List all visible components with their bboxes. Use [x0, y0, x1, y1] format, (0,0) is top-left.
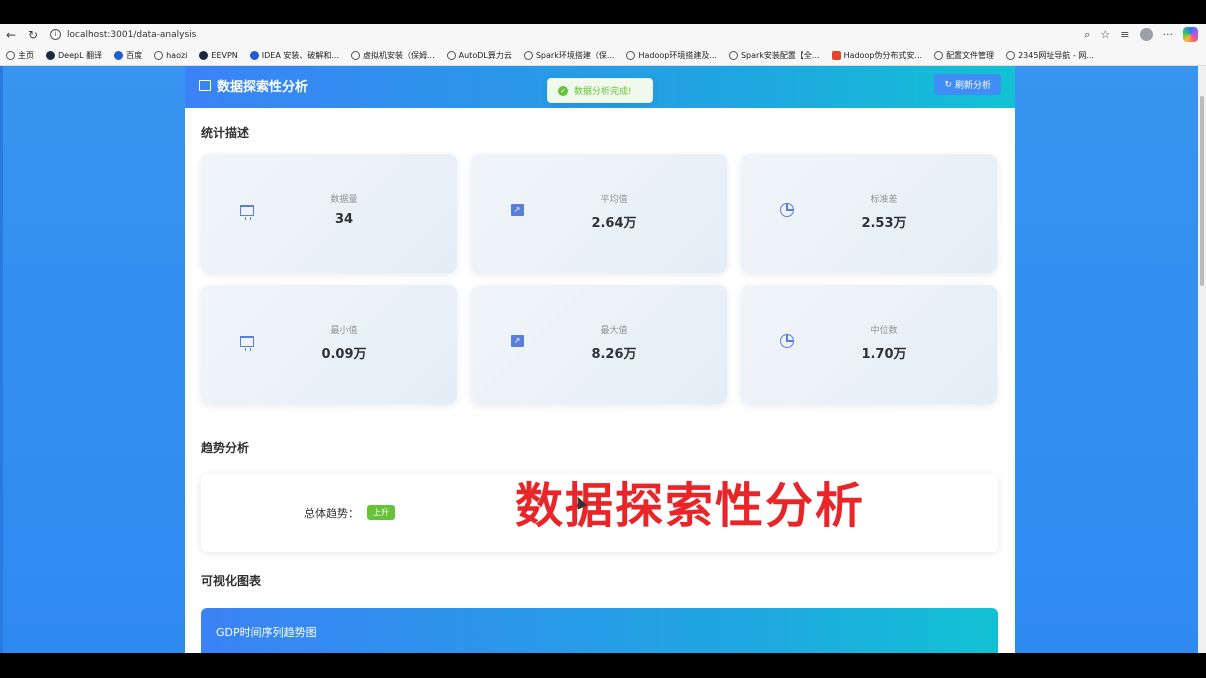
stat-value: 2.64万: [591, 216, 637, 231]
bookmarks-bar: 主页 DeepL 翻译 百度 haozi EEVPN IDEA 安装、破解和..…: [0, 45, 1206, 66]
bookmark-favicon: [351, 50, 360, 60]
monitor-icon: [199, 80, 211, 91]
reload-icon[interactable]: ↻: [22, 24, 44, 45]
bookmark-item[interactable]: Hadoop环境搭建及...: [626, 50, 717, 61]
bookmark-label: 配置文件管理: [946, 50, 995, 60]
analysis-panel: 数据探索性分析 ↻ 刷新分析 统计描述 数据量 34 ↗ 平均值 2.64万 标…: [185, 66, 1015, 653]
video-overlay-title: 数据探索性分析: [515, 478, 866, 534]
bookmark-favicon: [154, 50, 164, 60]
bookmark-label: Spark环境搭建（保...: [535, 50, 615, 60]
trend-label: 总体趋势：: [304, 507, 359, 520]
stat-label: 平均值: [600, 195, 628, 205]
bookmark-label: Hadoop伪分布式安...: [843, 50, 923, 60]
more-menu-icon[interactable]: ···: [1163, 28, 1174, 41]
left-edge: [0, 66, 3, 653]
profile-avatar[interactable]: [1139, 28, 1153, 41]
stats-section-title: 统计描述: [201, 126, 250, 140]
refresh-icon: ↻: [944, 79, 952, 90]
stat-value: 1.70万: [861, 347, 907, 362]
url-field[interactable]: i localhost:3001/data-analysis: [50, 29, 196, 40]
check-icon: ✓: [558, 85, 568, 96]
url-text[interactable]: localhost:3001/data-analysis: [67, 30, 196, 40]
bookmark-favicon: [199, 50, 209, 60]
bookmark-label: IDEA 安装、破解和...: [261, 50, 339, 60]
bookmark-label: AutoDL算力云: [458, 50, 512, 60]
back-icon[interactable]: ←: [0, 24, 22, 45]
bookmark-item[interactable]: DeepL 翻译: [46, 50, 102, 61]
bookmark-item[interactable]: IDEA 安装、破解和...: [249, 50, 339, 61]
bookmark-item[interactable]: Spark环境搭建（保...: [523, 50, 615, 61]
bookmark-item[interactable]: AutoDL算力云: [446, 50, 512, 61]
trend-status-badge: 上升: [367, 505, 395, 520]
bookmark-favicon: [626, 50, 636, 60]
bookmark-favicon: [728, 50, 738, 60]
bookmark-favicon: [831, 50, 841, 60]
stat-card-mean: ↗ 平均值 2.64万: [471, 154, 727, 273]
bookmark-item[interactable]: 虚拟机安装（保姆...: [351, 50, 435, 61]
bookmark-item[interactable]: 2345网址导航 - 网...: [1006, 50, 1094, 61]
bookmark-favicon: [934, 50, 944, 60]
bookmark-item[interactable]: Spark安装配置【全...: [728, 50, 820, 61]
bookmark-favicon: [6, 50, 15, 60]
stat-label: 最小值: [330, 326, 358, 336]
zoom-icon[interactable]: ⌕: [1084, 28, 1090, 42]
stat-value: 34: [334, 212, 354, 227]
browser-window: ← ↻ i localhost:3001/data-analysis ⌕ ☆ ≡…: [0, 24, 1206, 653]
bookmark-label: Hadoop环境搭建及...: [638, 50, 717, 60]
bookmark-label: 虚拟机安装（保姆...: [363, 50, 435, 60]
copilot-icon[interactable]: [1183, 27, 1198, 42]
site-info-icon[interactable]: i: [50, 29, 61, 40]
stat-label: 最大值: [600, 326, 628, 336]
bookmark-favicon: [46, 50, 55, 60]
bookmark-label: 主页: [18, 50, 34, 60]
bookmark-item[interactable]: Hadoop伪分布式安...: [831, 50, 923, 61]
page-title: 数据探索性分析: [199, 76, 308, 95]
page-title-text: 数据探索性分析: [217, 80, 309, 95]
stat-value: 0.09万: [321, 347, 367, 362]
gdp-chart-card: GDP时间序列趋势图: [201, 608, 998, 653]
bookmark-item[interactable]: haozi: [154, 50, 188, 60]
favorite-star-icon[interactable]: ☆: [1100, 28, 1110, 41]
bookmark-label: EEVPN: [211, 50, 238, 60]
page-background: 数据探索性分析 ↻ 刷新分析 统计描述 数据量 34 ↗ 平均值 2.64万 标…: [0, 66, 1206, 653]
charts-section-title: 可视化图表: [201, 574, 262, 588]
bookmark-favicon: [446, 50, 456, 60]
stat-label: 数据量: [330, 195, 358, 205]
bookmark-favicon: [523, 50, 533, 60]
stat-value: 2.53万: [861, 216, 907, 231]
stat-card-std: 标准差 2.53万: [741, 154, 997, 273]
bookmark-label: Spark安装配置【全...: [740, 50, 820, 60]
stat-label: 标准差: [870, 195, 898, 205]
trend-section-title: 趋势分析: [201, 441, 250, 455]
stat-label: 中位数: [870, 326, 898, 336]
stat-card-count: 数据量 34: [201, 154, 457, 273]
address-bar: ← ↻ i localhost:3001/data-analysis ⌕ ☆ ≡…: [0, 24, 1206, 45]
stat-card-median: 中位数 1.70万: [741, 285, 997, 404]
success-toast: ✓ 数据分析完成!: [547, 78, 653, 103]
bookmark-label: 2345网址导航 - 网...: [1018, 50, 1095, 60]
bookmark-item[interactable]: 主页: [6, 50, 34, 61]
favorites-list-icon[interactable]: ≡: [1120, 28, 1129, 41]
bookmark-item[interactable]: EEVPN: [199, 50, 238, 60]
bookmark-label: DeepL 翻译: [58, 50, 103, 60]
toast-message: 数据分析完成!: [574, 87, 632, 97]
bookmark-label: 百度: [126, 50, 143, 60]
refresh-label: 刷新分析: [954, 81, 991, 91]
scrollbar-thumb[interactable]: [1200, 96, 1204, 286]
bookmark-label: haozi: [166, 50, 188, 60]
stat-value: 8.26万: [591, 347, 637, 362]
page-scrollbar[interactable]: [1198, 66, 1206, 653]
bookmark-favicon: [114, 50, 124, 60]
stat-card-min: 最小值 0.09万: [201, 285, 457, 404]
stat-card-max: ↗ 最大值 8.26万: [471, 285, 727, 404]
refresh-analysis-button[interactable]: ↻ 刷新分析: [934, 74, 1001, 95]
bookmark-item[interactable]: 配置文件管理: [934, 50, 994, 61]
bookmark-item[interactable]: 百度: [114, 50, 142, 61]
bookmark-favicon: [1006, 50, 1016, 60]
bookmark-favicon: [249, 50, 259, 60]
chart-title: GDP时间序列趋势图: [216, 626, 317, 639]
